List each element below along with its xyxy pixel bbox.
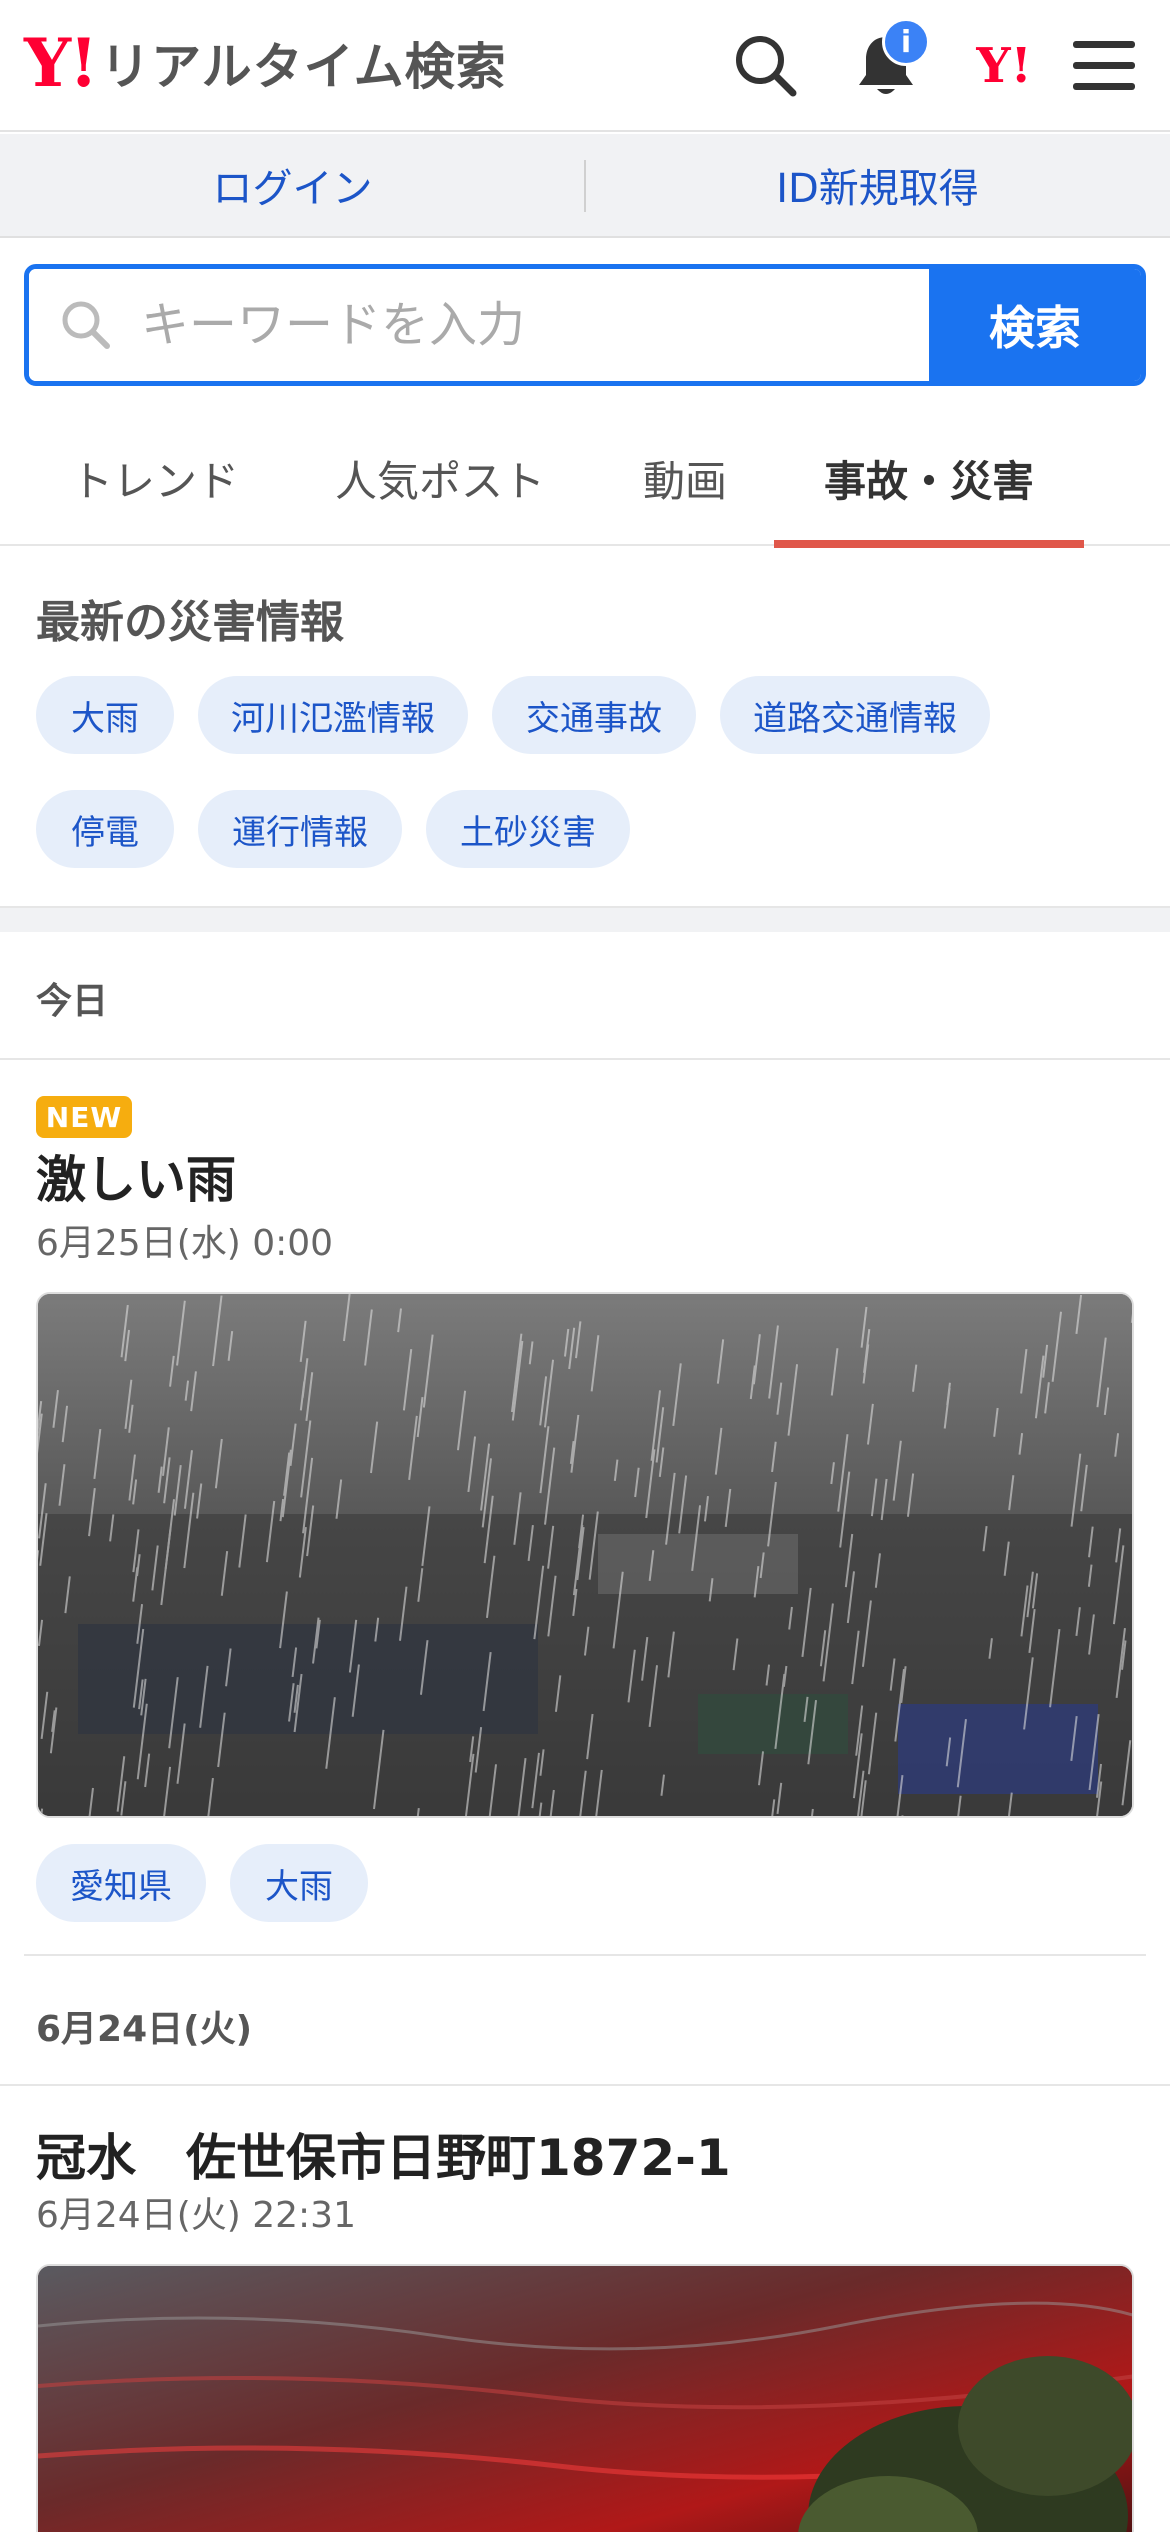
post-image-flooded-street[interactable] (36, 2264, 1134, 2532)
chip-landslide[interactable]: 土砂災害 (426, 790, 630, 868)
search-field-icon (62, 301, 110, 349)
divider (0, 1058, 1170, 1060)
search-button[interactable]: 検索 (929, 269, 1141, 381)
new-badge: NEW (36, 1096, 132, 1138)
tab-trend[interactable]: トレンド (40, 410, 270, 546)
chip-river-flood[interactable]: 河川氾濫情報 (198, 676, 468, 754)
tag-aichi[interactable]: 愛知県 (36, 1844, 206, 1922)
search-field-wrapper (29, 269, 929, 381)
post-image-heavy-rain[interactable] (36, 1292, 1134, 1818)
menu-icon[interactable] (1066, 28, 1142, 104)
chip-power-outage[interactable]: 停電 (36, 790, 174, 868)
login-link[interactable]: ログイン (0, 134, 585, 236)
post-time: 6月24日(火) 22:31 (36, 2195, 356, 2236)
chip-road-traffic[interactable]: 道路交通情報 (720, 676, 990, 754)
logo-mark: Y! (24, 24, 98, 102)
notification-badge: i (882, 18, 930, 66)
signup-link[interactable]: ID新規取得 (585, 134, 1170, 236)
divider (0, 2084, 1170, 2086)
chip-traffic-accident[interactable]: 交通事故 (492, 676, 696, 754)
yahoo-top-link[interactable]: Y! (966, 28, 1042, 104)
category-tabs: トレンド 人気ポスト 動画 事故・災害 (0, 410, 1170, 548)
day-label-june-24: 6月24日(火) (36, 2009, 253, 2050)
logo-text: リアルタイム検索 (100, 38, 507, 96)
post-title[interactable]: 冠水 佐世保市日野町1872-1 (36, 2118, 731, 2190)
divider (24, 1954, 1146, 1956)
tab-accidents-disasters[interactable]: 事故・災害 (774, 410, 1084, 546)
app-header: Y! リアルタイム検索 i Y! (0, 0, 1170, 132)
tab-popular-posts[interactable]: 人気ポスト (318, 410, 562, 546)
disaster-section-title: 最新の災害情報 (36, 597, 344, 648)
notification-bell-button[interactable]: i (848, 18, 930, 104)
yahoo-realtime-logo[interactable]: Y! リアルタイム検索 (24, 28, 507, 98)
tab-videos[interactable]: 動画 (620, 410, 750, 546)
account-bar: ログイン ID新規取得 (0, 134, 1170, 238)
search-input[interactable] (141, 297, 841, 353)
post-time: 6月25日(水) 0:00 (36, 1223, 334, 1264)
chip-heavy-rain[interactable]: 大雨 (36, 676, 174, 754)
yahoo-mark: Y! (976, 38, 1032, 94)
section-gap (0, 906, 1170, 932)
search-icon[interactable] (728, 28, 804, 104)
post-title[interactable]: 激しい雨 (36, 1140, 236, 1212)
chip-train-service[interactable]: 運行情報 (198, 790, 402, 868)
active-tab-indicator (774, 540, 1084, 548)
search-form: 検索 (24, 264, 1146, 386)
tag-heavy-rain[interactable]: 大雨 (230, 1844, 368, 1922)
day-label-today: 今日 (36, 981, 109, 1022)
account-bar-divider (584, 160, 586, 212)
